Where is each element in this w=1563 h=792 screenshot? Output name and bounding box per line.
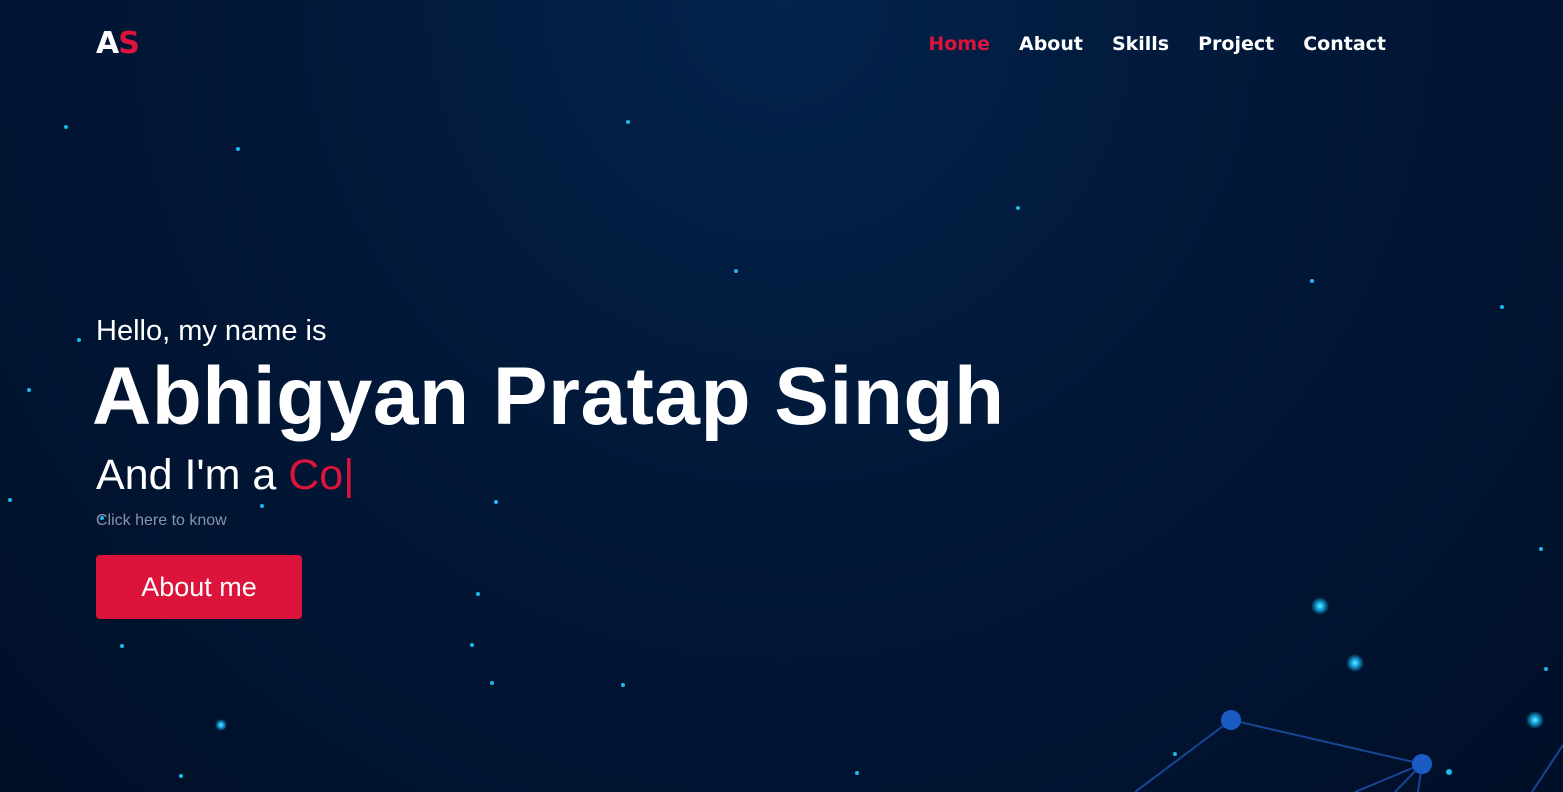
main-nav: Home About Skills Project Contact xyxy=(928,30,1386,58)
site-logo[interactable]: AS xyxy=(96,26,140,62)
nav-skills-link[interactable]: Skills xyxy=(1112,30,1169,58)
hero-greeting: Hello, my name is xyxy=(96,315,327,347)
about-me-button[interactable]: About me xyxy=(96,555,302,619)
hero-role-line: And I'm a Co| xyxy=(96,449,1005,501)
hero-section: Hello, my name is Abhigyan Pratap Singh … xyxy=(92,313,1005,619)
logo-letter-s: S xyxy=(118,26,140,61)
typing-cursor: | xyxy=(343,451,355,499)
nav-home-link[interactable]: Home xyxy=(928,30,990,58)
role-prefix: And I'm a xyxy=(96,451,277,499)
nav-contact-link[interactable]: Contact xyxy=(1303,30,1386,58)
hero-name: Abhigyan Pratap Singh xyxy=(92,351,1005,442)
typed-role: Co xyxy=(288,451,344,499)
nav-project-link[interactable]: Project xyxy=(1198,30,1274,58)
click-hint-text: Click here to know xyxy=(96,512,227,529)
logo-letter-a: A xyxy=(96,26,119,61)
nav-about-link[interactable]: About xyxy=(1019,30,1083,58)
